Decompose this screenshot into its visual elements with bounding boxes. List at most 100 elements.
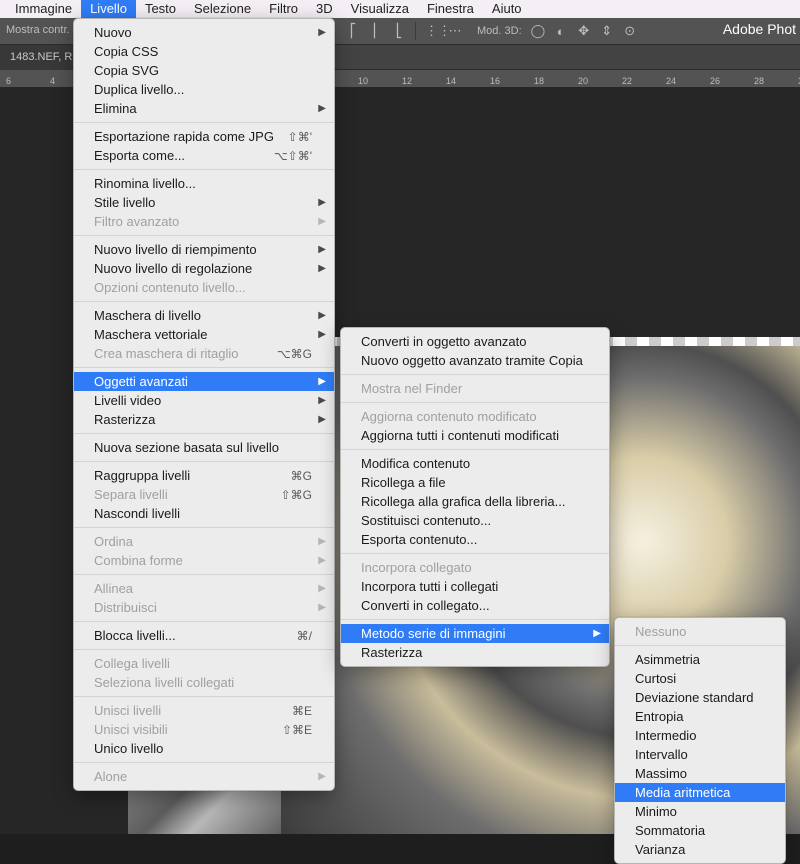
layer-menu-item[interactable]: Rasterizza▶ (74, 410, 334, 429)
menubar-item-visualizza[interactable]: Visualizza (342, 0, 418, 18)
stack-mode-item[interactable]: Curtosi (615, 669, 785, 688)
smart-objects-item[interactable]: Nuovo oggetto avanzato tramite Copia (341, 351, 609, 370)
smart-objects-item[interactable]: Converti in collegato... (341, 596, 609, 615)
layer-menu-item[interactable]: Rinomina livello... (74, 174, 334, 193)
menu-item-label: Esporta contenuto... (361, 532, 477, 547)
stack-mode-item[interactable]: Media aritmetica (615, 783, 785, 802)
pan-icon[interactable]: ✥ (577, 23, 591, 39)
layer-menu-item[interactable]: Unico livello (74, 739, 334, 758)
layer-menu-item: Distribuisci▶ (74, 598, 334, 617)
layer-menu-item[interactable]: Maschera di livello▶ (74, 306, 334, 325)
menubar-item-livello[interactable]: Livello (81, 0, 136, 18)
layer-menu-item[interactable]: Maschera vettoriale▶ (74, 325, 334, 344)
stack-mode-item[interactable]: Minimo (615, 802, 785, 821)
stack-mode-item[interactable]: Intervallo (615, 745, 785, 764)
menu-shortcut: ⇧⌘G (281, 488, 312, 502)
menu-item-label: Converti in oggetto avanzato (361, 334, 527, 349)
layer-menu-item[interactable]: Copia SVG (74, 61, 334, 80)
menu-separator (74, 696, 334, 697)
smart-objects-item[interactable]: Incorpora tutti i collegati (341, 577, 609, 596)
align-left-icon[interactable]: ⎡ (346, 23, 360, 39)
stack-mode-item[interactable]: Sommatoria (615, 821, 785, 840)
layer-menu-item[interactable]: Duplica livello... (74, 80, 334, 99)
submenu-arrow-icon: ▶ (318, 310, 326, 321)
mode3d-label: Mod. 3D: (477, 25, 522, 37)
smart-objects-item[interactable]: Ricollega a file (341, 473, 609, 492)
submenu-arrow-icon: ▶ (318, 103, 326, 114)
smart-objects-item[interactable]: Esporta contenuto... (341, 530, 609, 549)
smart-objects-item[interactable]: Metodo serie di immagini▶ (341, 624, 609, 643)
align-right-icon[interactable]: ⎣ (392, 23, 406, 39)
layer-menu-item[interactable]: Nuova sezione basata sul livello (74, 438, 334, 457)
stack-mode-item[interactable]: Varianza (615, 840, 785, 859)
smart-objects-item[interactable]: Modifica contenuto (341, 454, 609, 473)
menu-item-label: Nuovo (94, 25, 132, 40)
layer-menu-item[interactable]: Nuovo▶ (74, 23, 334, 42)
smart-objects-item[interactable]: Ricollega alla grafica della libreria... (341, 492, 609, 511)
stack-mode-item[interactable]: Massimo (615, 764, 785, 783)
menu-item-label: Nuova sezione basata sul livello (94, 440, 279, 455)
align-center-icon[interactable]: ⎢ (369, 23, 383, 39)
menu-separator (74, 367, 334, 368)
submenu-arrow-icon: ▶ (318, 536, 326, 547)
smart-objects-item[interactable]: Converti in oggetto avanzato (341, 332, 609, 351)
smart-objects-item[interactable]: Aggiorna tutti i contenuti modificati (341, 426, 609, 445)
menubar-item-aiuto[interactable]: Aiuto (483, 0, 531, 18)
stack-mode-item[interactable]: Entropia (615, 707, 785, 726)
menu-item-label: Nascondi livelli (94, 506, 180, 521)
zoom-icon[interactable]: ⊙ (623, 23, 637, 39)
orbit-icon[interactable]: ◯ (531, 23, 545, 39)
menu-item-label: Mostra nel Finder (361, 381, 462, 396)
menu-separator (341, 449, 609, 450)
menu-separator (74, 461, 334, 462)
stack-mode-submenu: Nessuno Asimmetria CurtosiDeviazione stand… (614, 617, 786, 864)
layer-menu-item[interactable]: Esportazione rapida come JPG⇧⌘' (74, 127, 334, 146)
roll-icon[interactable]: ◐ (554, 24, 568, 39)
menu-shortcut: ⌥⌘G (277, 347, 312, 361)
layer-menu-item[interactable]: Oggetti avanzati▶ (74, 372, 334, 391)
menubar-item-immagine[interactable]: Immagine (6, 0, 81, 18)
menu-shortcut: ⌘/ (297, 629, 312, 643)
menu-item-label: Unisci livelli (94, 703, 161, 718)
menubar-item-3d[interactable]: 3D (307, 0, 342, 18)
layer-menu-item: Seleziona livelli collegati (74, 673, 334, 692)
more-icon[interactable]: ⋯ (448, 23, 462, 39)
ruler-tick: 14 (446, 76, 456, 86)
separator (415, 22, 416, 40)
menubar-item-selezione[interactable]: Selezione (185, 0, 260, 18)
layer-menu-item[interactable]: Nuovo livello di regolazione▶ (74, 259, 334, 278)
options-label: Mostra contr. t (6, 24, 76, 36)
layer-menu-item[interactable]: Nuovo livello di riempimento▶ (74, 240, 334, 259)
menu-item-label: Blocca livelli... (94, 628, 176, 643)
menu-item-label: Modifica contenuto (361, 456, 470, 471)
layer-menu-item[interactable]: Blocca livelli... ⌘/ (74, 626, 334, 645)
layer-menu-item[interactable]: Stile livello▶ (74, 193, 334, 212)
menu-item-label: Nessuno (635, 624, 686, 639)
stack-mode-item[interactable]: Deviazione standard (615, 688, 785, 707)
menu-item-label: Aggiorna contenuto modificato (361, 409, 537, 424)
layer-menu-item[interactable]: Nascondi livelli (74, 504, 334, 523)
layer-menu-item[interactable]: Copia CSS (74, 42, 334, 61)
layer-menu-item[interactable]: Raggruppa livelli⌘G (74, 466, 334, 485)
stack-mode-item[interactable]: Intermedio (615, 726, 785, 745)
menu-separator (341, 374, 609, 375)
menu-separator (74, 169, 334, 170)
slide-icon[interactable]: ⇕ (600, 23, 614, 39)
menu-item-label: Filtro avanzato (94, 214, 179, 229)
menu-item-label: Alone (94, 769, 127, 784)
menu-item-label: Asimmetria (635, 652, 700, 667)
layer-menu-item[interactable]: Livelli video▶ (74, 391, 334, 410)
smart-objects-item[interactable]: Sostituisci contenuto... (341, 511, 609, 530)
arrange-icon[interactable]: ⋮⋮ (425, 23, 439, 39)
menubar-item-filtro[interactable]: Filtro (260, 0, 307, 18)
stack-mode-item[interactable]: Asimmetria (615, 650, 785, 669)
layer-menu-item[interactable]: Elimina▶ (74, 99, 334, 118)
smart-objects-item[interactable]: Rasterizza (341, 643, 609, 662)
ruler-tick: 16 (490, 76, 500, 86)
menubar-item-testo[interactable]: Testo (136, 0, 185, 18)
menubar-item-finestra[interactable]: Finestra (418, 0, 483, 18)
ruler-tick: 18 (534, 76, 544, 86)
menu-item-label: Oggetti avanzati (94, 374, 188, 389)
layer-menu-item[interactable]: Esporta come...⌥⇧⌘' (74, 146, 334, 165)
menu-item-label: Intermedio (635, 728, 696, 743)
